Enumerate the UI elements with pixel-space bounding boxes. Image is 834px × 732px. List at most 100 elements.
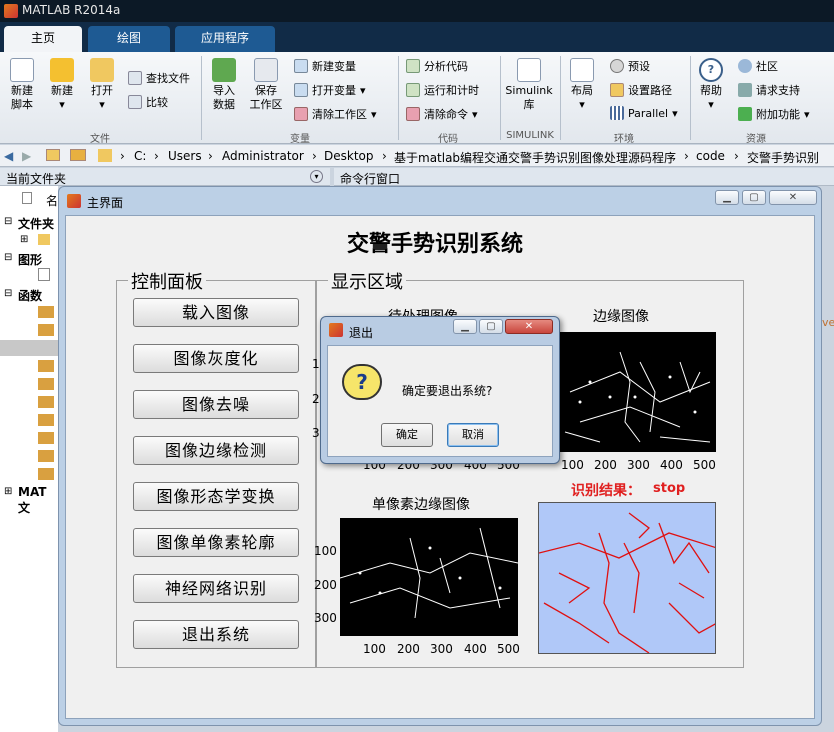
dialog-minimize-button[interactable]: ▁ xyxy=(453,319,477,334)
breadcrumb-sep: › xyxy=(120,149,125,163)
help-button[interactable]: ? 帮助 ▾ xyxy=(696,58,726,112)
import-icon xyxy=(212,58,236,82)
tab-home[interactable]: 主页 xyxy=(4,26,82,52)
neural-network-button[interactable]: 神经网络识别 xyxy=(133,574,299,603)
find-files-label: 查找文件 xyxy=(146,72,190,85)
ribbon-separator xyxy=(500,56,501,140)
section-functions: 函数 xyxy=(18,289,43,303)
name-column-header[interactable]: 名 xyxy=(46,192,58,209)
selected-row-highlight xyxy=(0,340,58,356)
expand-icon[interactable]: ⊟ xyxy=(4,288,12,299)
group-variable-label: 变量 xyxy=(290,134,310,145)
single-pixel-contour-button[interactable]: 图像单像素轮廓 xyxy=(133,528,299,557)
dialog-maximize-button[interactable]: ▢ xyxy=(479,319,503,334)
ribbon-toolbar: 新建 脚本 新建 ▾ 打开 ▾ 查找文件 比较 文件 导入 数据 保存 工作区 新建… xyxy=(0,52,834,145)
up-folder-icon[interactable] xyxy=(46,149,60,161)
current-folder-title: 当前文件夹 xyxy=(6,172,67,186)
clear-workspace-button[interactable]: 清除工作区 ▾ xyxy=(294,106,377,122)
community-label: 社区 xyxy=(756,60,778,73)
new-script-button[interactable]: 新建 脚本 xyxy=(4,58,40,112)
control-panel xyxy=(116,280,316,668)
group-code-label: 代码 xyxy=(438,134,458,145)
command-window-title: 命令行窗口 xyxy=(340,172,401,186)
clear-commands-button[interactable]: 清除命令 ▾ xyxy=(406,106,478,122)
expand-icon[interactable]: ⊟ xyxy=(4,216,12,227)
run-and-time-button[interactable]: 运行和计时 xyxy=(406,82,479,98)
breadcrumb-item[interactable]: 交警手势识别 xyxy=(747,149,819,166)
edge-detect-button[interactable]: 图像边缘检测 xyxy=(133,436,299,465)
ribbon-separator xyxy=(201,56,202,140)
group-simulink-label: SIMULINK xyxy=(506,130,554,141)
browse-folder-icon[interactable] xyxy=(70,149,86,161)
expand-icon[interactable]: ⊞ xyxy=(20,234,28,245)
section-folders: 文件夹 xyxy=(18,217,55,231)
current-folder-panel: 名 ⊟ 文件夹 ⊞ ⊟ 图形 ⊟ 函数 ⊞ MAT 文 xyxy=(0,186,58,732)
new-button[interactable]: 新建 ▾ xyxy=(46,58,78,112)
breadcrumb-item[interactable]: Administrator xyxy=(222,149,304,163)
simulink-library-button[interactable]: Simulink 库 xyxy=(504,58,554,112)
compare-icon xyxy=(128,95,142,109)
new-variable-button[interactable]: 新建变量 xyxy=(294,58,356,74)
morphology-button[interactable]: 图像形态学变换 xyxy=(133,482,299,511)
parallel-icon xyxy=(610,106,624,120)
back-arrow-icon[interactable]: ◀ xyxy=(4,149,13,163)
layout-button[interactable]: 布局 ▾ xyxy=(566,58,598,112)
grayscale-button[interactable]: 图像灰度化 xyxy=(133,344,299,373)
panel-menu-icon[interactable]: ▾ xyxy=(310,170,323,183)
function-file-list xyxy=(38,304,54,484)
expand-icon[interactable]: ⊞ xyxy=(4,486,12,497)
matlab-logo-icon xyxy=(329,323,343,337)
x-tick: 100 xyxy=(363,642,386,656)
add-ons-button[interactable]: 附加功能 ▾ xyxy=(738,106,810,122)
figure-title-bar: 主界面 ▁ ▢ ✕ xyxy=(59,187,821,213)
request-support-button[interactable]: 请求支持 xyxy=(738,82,800,98)
open-variable-button[interactable]: 打开变量 ▾ xyxy=(294,82,366,98)
gear-icon xyxy=(610,59,624,73)
exit-dialog: 退出 ▁ ▢ ✕ ? 确定要退出系统? 确定 取消 xyxy=(320,316,560,464)
denoise-button[interactable]: 图像去噪 xyxy=(133,390,299,419)
tab-plots[interactable]: 绘图 xyxy=(88,26,170,52)
breadcrumb-item[interactable]: 基于matlab编程交通交警手势识别图像处理源码程序 xyxy=(394,149,676,166)
breadcrumb-item[interactable]: C: xyxy=(134,149,146,163)
analyze-code-button[interactable]: 分析代码 xyxy=(406,58,468,74)
breadcrumb-item[interactable]: Desktop xyxy=(324,149,374,163)
folder-icon xyxy=(38,234,50,245)
compare-button[interactable]: 比较 xyxy=(128,94,168,110)
ok-button[interactable]: 确定 xyxy=(381,423,433,447)
edge-image-title: 边缘图像 xyxy=(593,309,649,325)
import-data-button[interactable]: 导入 数据 xyxy=(206,58,242,112)
tab-apps[interactable]: 应用程序 xyxy=(175,26,275,52)
run-and-time-icon xyxy=(406,83,420,97)
minimize-button[interactable]: ▁ xyxy=(715,190,739,205)
x-tick: 100 xyxy=(561,458,584,472)
exit-system-button[interactable]: 退出系统 xyxy=(133,620,299,649)
community-button[interactable]: 社区 xyxy=(738,58,778,74)
expand-icon[interactable]: ⊟ xyxy=(4,252,12,263)
address-bar[interactable]: ◀ ▶ › C: › Users › Administrator › Deskt… xyxy=(0,145,834,167)
open-label: 打开 xyxy=(91,84,113,97)
cancel-button[interactable]: 取消 xyxy=(447,423,499,447)
layout-label: 布局 xyxy=(571,84,593,97)
close-button[interactable]: ✕ xyxy=(769,190,817,205)
maximize-button[interactable]: ▢ xyxy=(742,190,766,205)
section-mat-files: MAT 文 xyxy=(18,485,47,515)
open-button[interactable]: 打开 ▾ xyxy=(86,58,118,112)
community-icon xyxy=(738,59,752,73)
root-folder-icon xyxy=(98,149,112,162)
find-files-button[interactable]: 查找文件 xyxy=(128,70,190,86)
set-path-button[interactable]: 设置路径 xyxy=(610,82,672,98)
run-and-time-label: 运行和计时 xyxy=(424,84,479,97)
x-tick: 500 xyxy=(497,642,520,656)
chevron-down-icon: ▾ xyxy=(579,98,585,111)
breadcrumb-item[interactable]: code xyxy=(696,149,725,163)
parallel-button[interactable]: Parallel ▾ xyxy=(610,106,678,120)
support-icon xyxy=(738,83,752,97)
preferences-button[interactable]: 预设 xyxy=(610,58,650,74)
breadcrumb-item[interactable]: Users xyxy=(168,149,202,163)
forward-arrow-icon[interactable]: ▶ xyxy=(22,149,31,163)
load-image-button[interactable]: 载入图像 xyxy=(133,298,299,327)
save-workspace-button[interactable]: 保存 工作区 xyxy=(246,58,286,112)
single-pixel-image-content xyxy=(340,527,518,619)
dialog-close-button[interactable]: ✕ xyxy=(505,319,553,334)
control-panel-title: 控制面板 xyxy=(128,268,206,294)
